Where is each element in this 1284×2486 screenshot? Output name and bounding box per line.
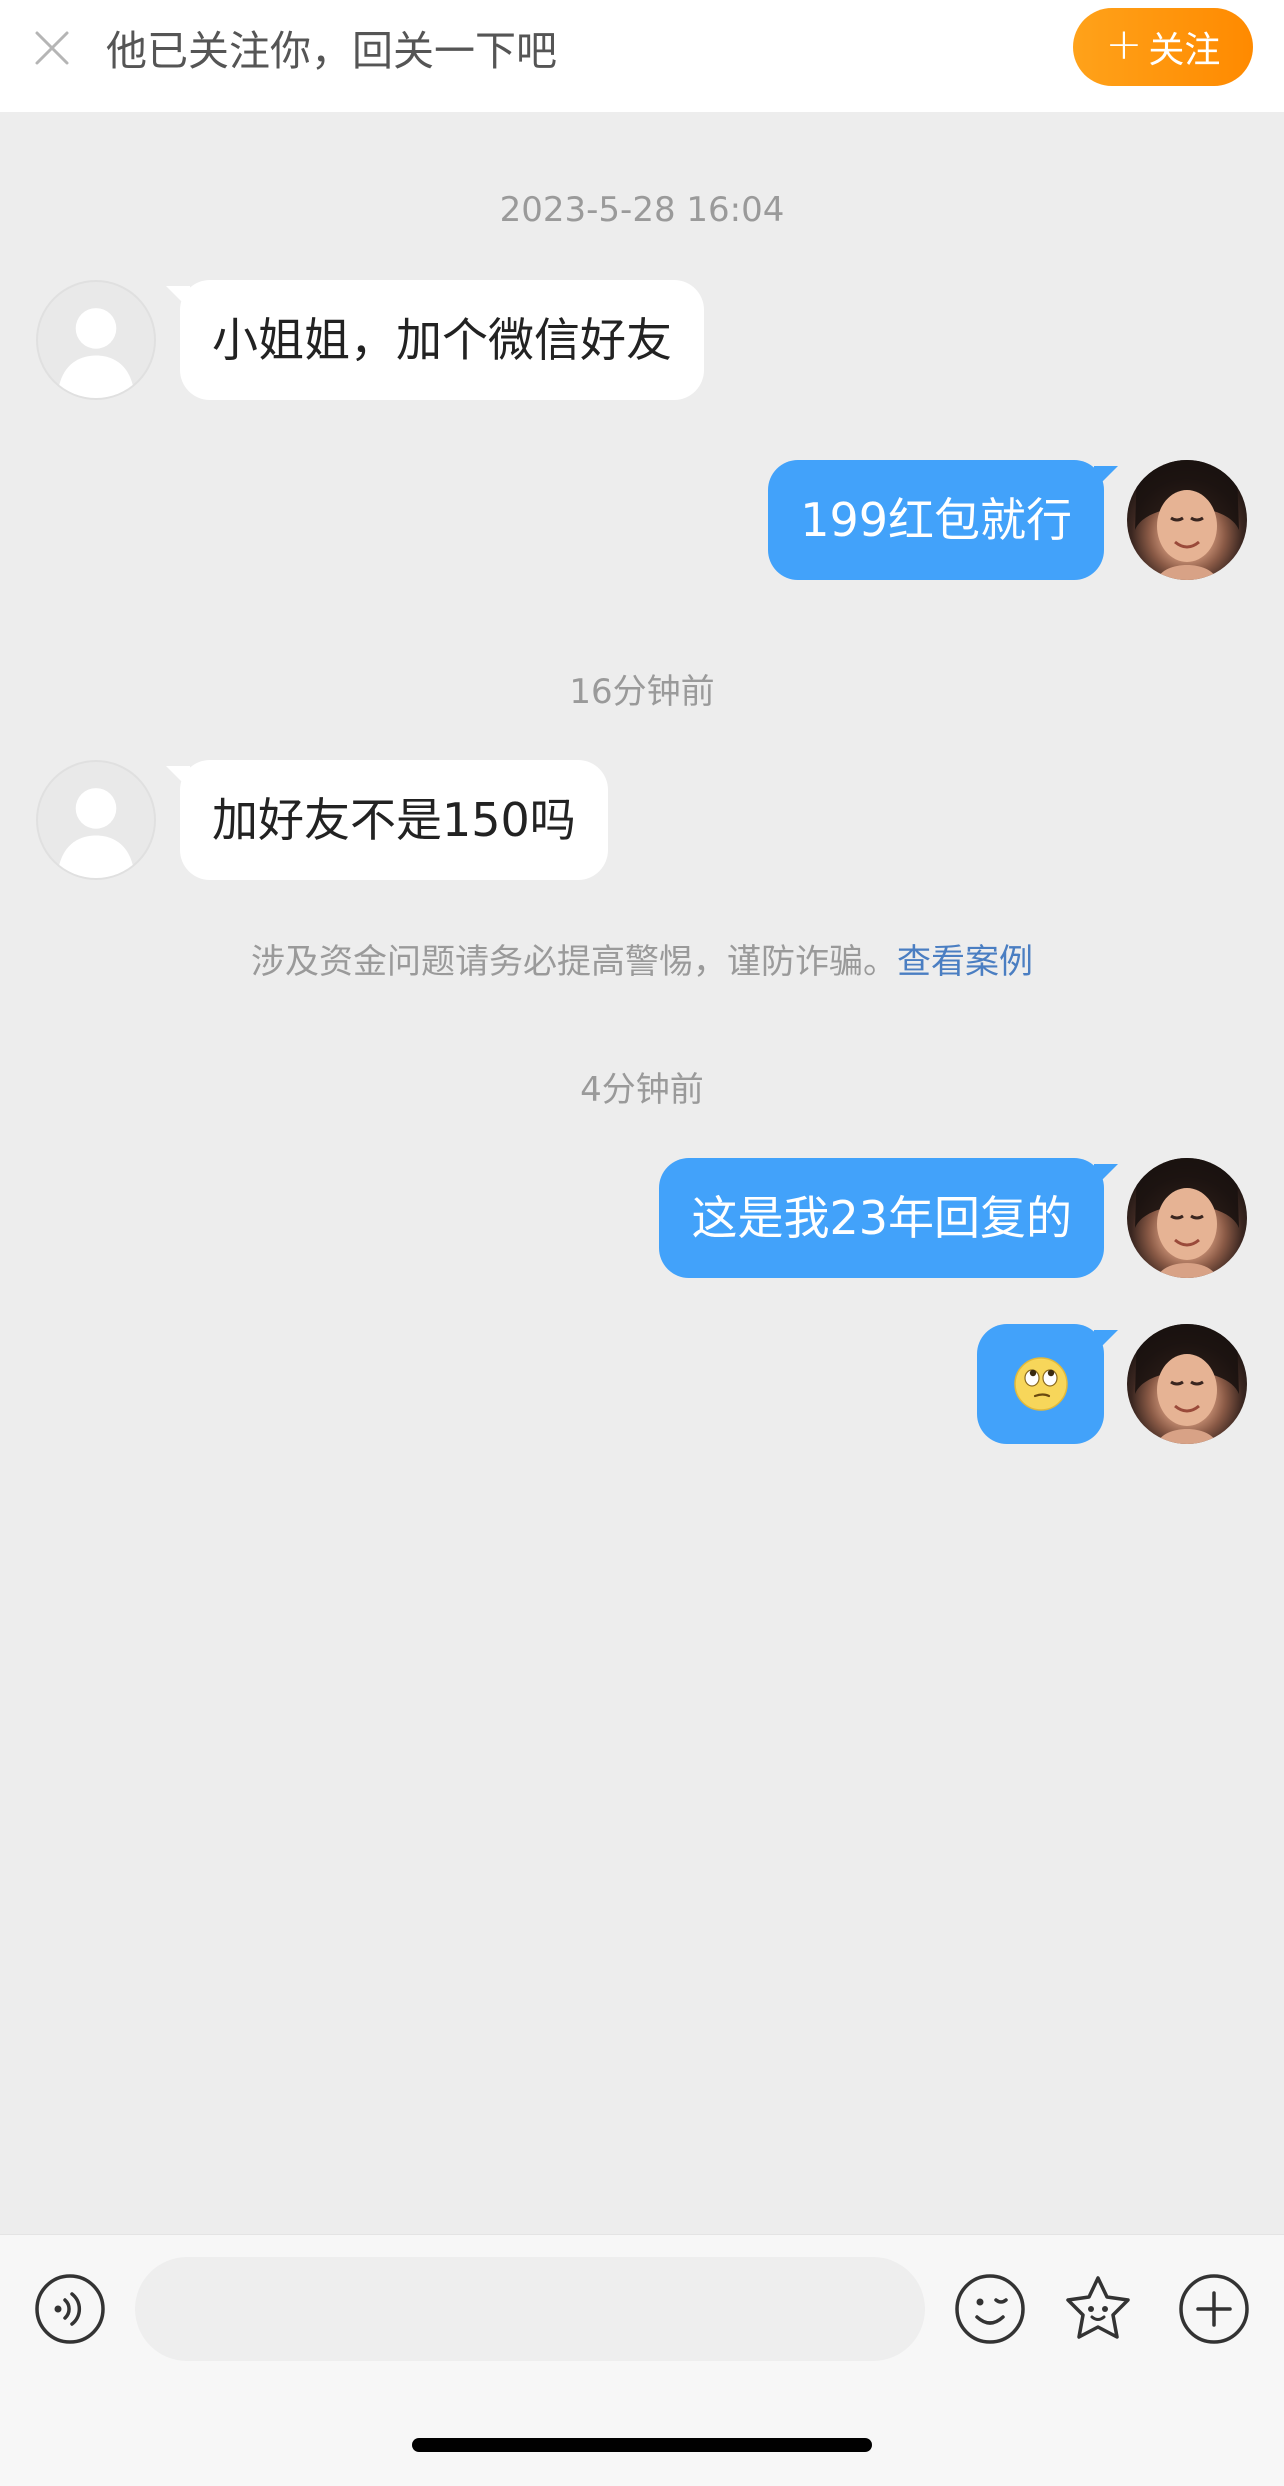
- my-avatar[interactable]: [1127, 460, 1247, 580]
- follow-notice-bar: 他已关注你，回关一下吧 + 关注: [0, 0, 1284, 112]
- timestamp: 2023-5-28 16:04: [499, 190, 785, 230]
- view-cases-link[interactable]: 查看案例: [897, 942, 1033, 982]
- contact-avatar[interactable]: [36, 760, 156, 880]
- message-input[interactable]: [135, 2257, 925, 2361]
- contact-avatar[interactable]: [36, 280, 156, 400]
- plus-icon[interactable]: [1178, 2273, 1250, 2345]
- fraud-warning: 涉及资金问题请务必提高警惕，谨防诈骗。查看案例: [0, 938, 1284, 986]
- timestamp: 4分钟前: [580, 1070, 704, 1110]
- sticker-icon[interactable]: [1062, 2273, 1134, 2345]
- chat-message-list[interactable]: 2023-5-28 16:04 小姐姐，加个微信好友 199红包就行 16分钟前…: [0, 112, 1284, 2234]
- my-avatar[interactable]: [1127, 1324, 1247, 1444]
- plus-icon: +: [1105, 19, 1143, 70]
- message-bubble-outgoing[interactable]: 这是我23年回复的: [659, 1158, 1118, 1278]
- message-bubble-incoming[interactable]: 小姐姐，加个微信好友: [166, 280, 704, 400]
- fraud-warning-text: 涉及资金问题请务必提高警惕，谨防诈骗。: [251, 942, 897, 982]
- voice-icon[interactable]: [34, 2273, 106, 2345]
- follow-notice-text: 他已关注你，回关一下吧: [106, 27, 557, 75]
- follow-button-label: 关注: [1148, 30, 1221, 71]
- message-bubble-outgoing-emoji[interactable]: [977, 1324, 1118, 1444]
- eye-roll-emoji-icon: [1013, 1357, 1068, 1411]
- message-bubble-outgoing[interactable]: 199红包就行: [768, 460, 1118, 580]
- message-bubble-incoming[interactable]: 加好友不是150吗: [166, 760, 608, 880]
- close-icon[interactable]: [34, 30, 70, 66]
- timestamp: 16分钟前: [569, 672, 715, 712]
- home-indicator[interactable]: [412, 2438, 872, 2452]
- my-avatar[interactable]: [1127, 1158, 1247, 1278]
- follow-button[interactable]: + 关注: [1073, 8, 1253, 86]
- emoji-icon[interactable]: [954, 2273, 1026, 2345]
